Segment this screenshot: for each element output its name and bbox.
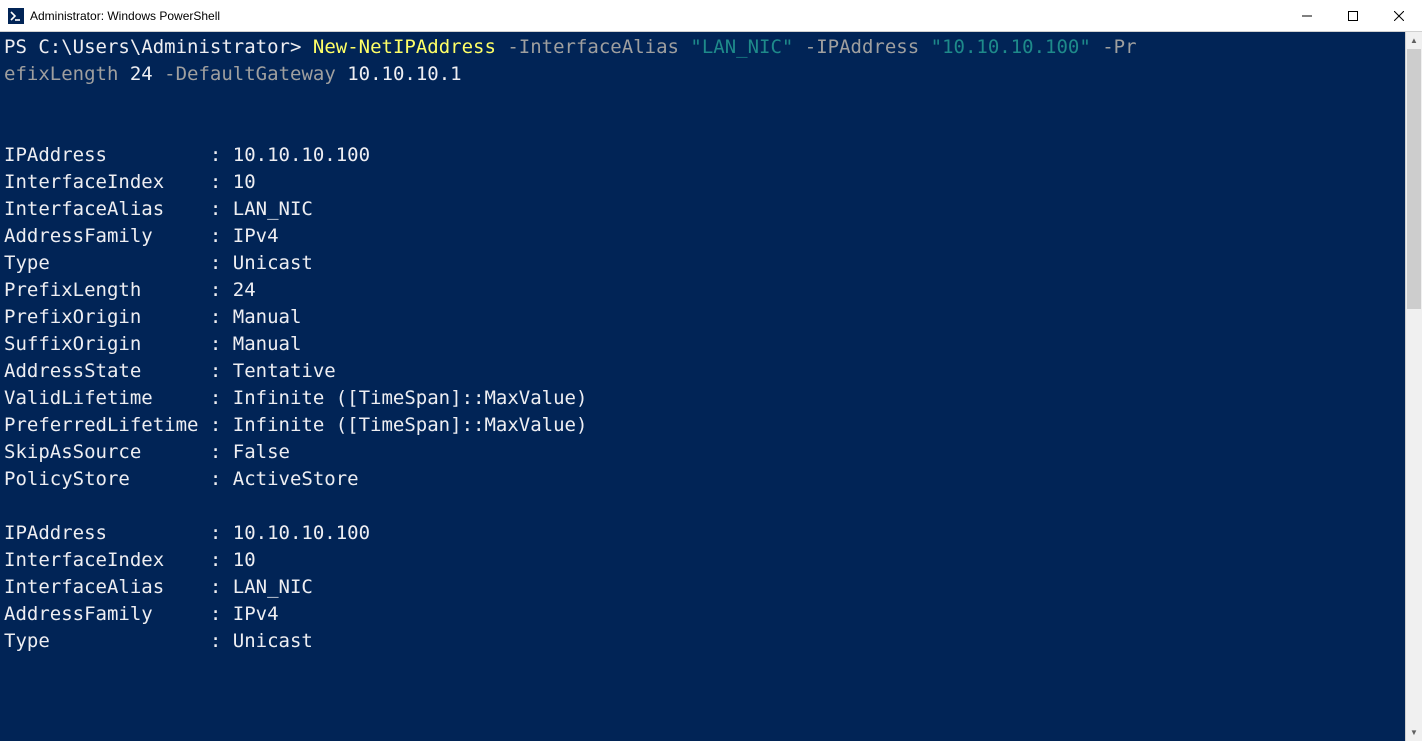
param-defaultgateway: -DefaultGateway: [153, 63, 347, 85]
out-val: : 10: [210, 171, 256, 193]
vertical-scrollbar[interactable]: ▲ ▼: [1405, 32, 1422, 741]
out-val: : Tentative: [210, 360, 336, 382]
prompt-arrow: >: [290, 36, 313, 58]
out-row: AddressFamily: [4, 603, 210, 625]
value-prefixlength: 24: [130, 63, 153, 85]
out-val: : LAN_NIC: [210, 576, 313, 598]
window-titlebar[interactable]: Administrator: Windows PowerShell: [0, 0, 1422, 32]
out-row: IPAddress: [4, 144, 210, 166]
value-defaultgateway: 10.10.10.1: [347, 63, 461, 85]
cmdlet-name: New-NetIPAddress: [313, 36, 496, 58]
out-val: : 10.10.10.100: [210, 144, 370, 166]
out-val: : IPv4: [210, 225, 279, 247]
scrollbar-thumb[interactable]: [1407, 49, 1421, 309]
window-controls: [1284, 0, 1422, 31]
out-row: InterfaceIndex: [4, 549, 210, 571]
out-val: : Infinite ([TimeSpan]::MaxValue): [210, 387, 588, 409]
prompt-path: C:\Users\Administrator: [38, 36, 290, 58]
console-area[interactable]: PS C:\Users\Administrator> New-NetIPAddr…: [0, 32, 1405, 741]
out-row: PrefixLength: [4, 279, 210, 301]
out-row: InterfaceAlias: [4, 576, 210, 598]
out-row: SuffixOrigin: [4, 333, 210, 355]
out-val: : Unicast: [210, 252, 313, 274]
console-wrap: PS C:\Users\Administrator> New-NetIPAddr…: [0, 32, 1422, 741]
out-val: : Manual: [210, 333, 302, 355]
out-row: AddressFamily: [4, 225, 210, 247]
out-val: : ActiveStore: [210, 468, 359, 490]
out-val: : Manual: [210, 306, 302, 328]
out-row: SkipAsSource: [4, 441, 210, 463]
out-row: ValidLifetime: [4, 387, 210, 409]
out-row: Type: [4, 630, 210, 652]
param-prefixlength-part2: efixLength: [4, 63, 130, 85]
out-row: IPAddress: [4, 522, 210, 544]
out-val: : IPv4: [210, 603, 279, 625]
out-row: PolicyStore: [4, 468, 210, 490]
param-interfacealias: -InterfaceAlias: [496, 36, 690, 58]
powershell-icon: [8, 8, 24, 24]
scroll-down-icon[interactable]: ▼: [1406, 724, 1422, 741]
window-title: Administrator: Windows PowerShell: [30, 9, 1284, 23]
out-val: : 24: [210, 279, 256, 301]
value-ipaddress: "10.10.10.100": [931, 36, 1091, 58]
scroll-up-icon[interactable]: ▲: [1406, 32, 1422, 49]
prompt-ps: PS: [4, 36, 38, 58]
out-row: Type: [4, 252, 210, 274]
out-val: : 10.10.10.100: [210, 522, 370, 544]
out-val: : 10: [210, 549, 256, 571]
out-val: : Unicast: [210, 630, 313, 652]
value-interfacealias: "LAN_NIC": [690, 36, 793, 58]
out-val: : LAN_NIC: [210, 198, 313, 220]
out-row: AddressState: [4, 360, 210, 382]
out-row: InterfaceAlias: [4, 198, 210, 220]
out-row: InterfaceIndex: [4, 171, 210, 193]
out-row: PrefixOrigin: [4, 306, 210, 328]
minimize-button[interactable]: [1284, 0, 1330, 31]
out-row: PreferredLifetime: [4, 414, 210, 436]
close-button[interactable]: [1376, 0, 1422, 31]
param-prefixlength-part1: -Pr: [1091, 36, 1137, 58]
maximize-button[interactable]: [1330, 0, 1376, 31]
param-ipaddress: -IPAddress: [793, 36, 930, 58]
out-val: : Infinite ([TimeSpan]::MaxValue): [210, 414, 588, 436]
out-val: : False: [210, 441, 290, 463]
